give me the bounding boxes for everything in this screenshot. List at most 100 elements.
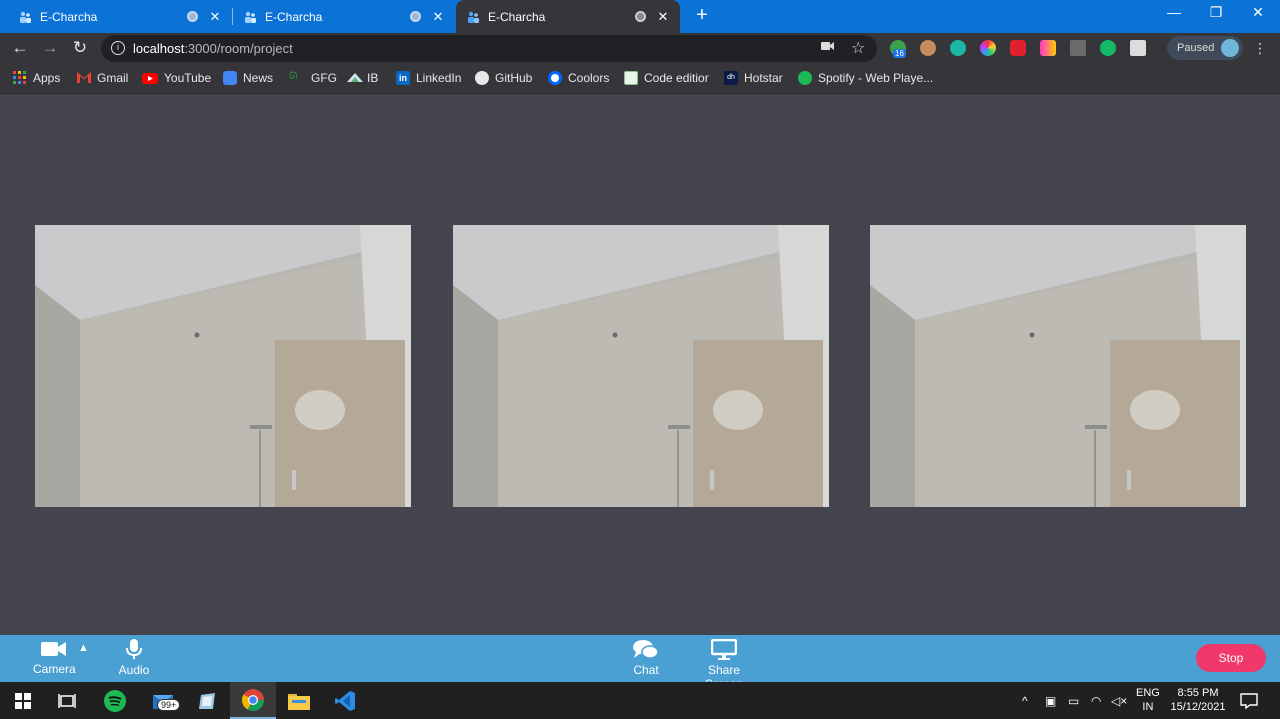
video-tile-1[interactable] <box>35 225 411 507</box>
url-host: localhost <box>133 41 185 56</box>
wifi-icon[interactable]: ◠ <box>1091 682 1101 719</box>
owl-extension-icon[interactable] <box>920 40 936 56</box>
system-clock[interactable]: 8:55 PM 15/12/2021 <box>1168 686 1228 714</box>
mail-taskbar-icon[interactable]: 99+ <box>142 682 188 719</box>
color-extension-icon[interactable] <box>980 40 996 56</box>
language-region: IN <box>1142 701 1154 713</box>
tab-title: E-Charcha <box>265 9 323 24</box>
apps-grid-icon <box>13 71 27 85</box>
m-extension-icon[interactable] <box>950 40 966 56</box>
minimize-icon[interactable]: — <box>1164 4 1184 20</box>
gfg-icon: ᘏ <box>289 71 298 82</box>
tab-title: E-Charcha <box>488 9 546 24</box>
bookmark-coolors[interactable]: Coolors <box>548 71 609 85</box>
language-code: ENG <box>1136 687 1160 699</box>
echarcha-favicon-icon <box>466 10 480 24</box>
bookmark-gfg[interactable]: ᘏ GFG <box>289 71 337 85</box>
stop-button[interactable]: Stop <box>1196 644 1266 672</box>
bookmark-ib[interactable]: IB <box>347 71 378 85</box>
meet-now-icon[interactable]: ▣ <box>1045 682 1056 719</box>
bookmark-linkedin[interactable]: in LinkedIn <box>396 71 461 85</box>
bookmark-star-icon[interactable]: ☆ <box>851 38 865 58</box>
bookmark-label: GFG <box>311 71 337 85</box>
audio-button[interactable]: Audio <box>117 639 151 677</box>
chrome-taskbar-icon[interactable] <box>230 682 276 719</box>
monitor-icon <box>711 639 737 660</box>
browser-menu-kebab-icon[interactable]: ⋮ <box>1253 40 1267 57</box>
tab-title: E-Charcha <box>40 9 98 24</box>
language-indicator[interactable]: ENG IN <box>1136 686 1160 714</box>
stats-extension-icon[interactable] <box>1070 40 1086 56</box>
linkedin-icon: in <box>396 71 410 85</box>
coolors-icon <box>548 71 562 85</box>
camera-button[interactable]: Camera <box>33 639 76 676</box>
new-tab-plus-icon[interactable]: + <box>692 4 712 27</box>
back-arrow-icon[interactable]: ← <box>9 37 31 59</box>
camera-feed-image <box>35 225 411 507</box>
window-close-icon[interactable]: ✕ <box>1248 4 1268 21</box>
bookmark-gmail[interactable]: Gmail <box>77 71 128 85</box>
bookmark-code-editor[interactable]: Code editior <box>624 71 709 85</box>
vscode-taskbar-icon[interactable] <box>322 682 368 719</box>
echarcha-favicon-icon <box>243 10 257 24</box>
volume-muted-icon[interactable]: ◁× <box>1111 682 1127 719</box>
browser-tab-2[interactable]: E-Charcha ✕ <box>233 0 455 33</box>
tab-close-icon[interactable]: ✕ <box>656 9 670 25</box>
bookmark-github[interactable]: GitHub <box>475 71 532 85</box>
site-info-icon[interactable]: i <box>111 41 125 55</box>
red-extension-icon[interactable] <box>1010 40 1026 56</box>
file-explorer-icon[interactable] <box>276 682 322 719</box>
bookmark-label: Gmail <box>97 71 129 85</box>
camera-feed-image <box>453 225 829 507</box>
chat-button[interactable]: Chat <box>630 639 662 677</box>
notifications-icon[interactable] <box>1240 682 1258 719</box>
tab-close-icon[interactable]: ✕ <box>431 9 445 25</box>
bookmark-label: News <box>243 71 274 85</box>
windows-taskbar: 99+ ^ ▣ ▭ ◠ ◁× ENG IN 8:55 PM 15/12/2021 <box>0 682 1280 719</box>
browser-tab-3-active[interactable]: E-Charcha ✕ <box>456 0 680 33</box>
news-icon <box>223 71 237 85</box>
camera-feed-image <box>870 225 1246 507</box>
recording-indicator-icon <box>187 11 198 22</box>
bookmark-news[interactable]: News <box>223 71 273 85</box>
ib-icon <box>347 71 363 85</box>
tray-chevron-up-icon[interactable]: ^ <box>1022 682 1028 719</box>
task-view-icon[interactable] <box>44 682 90 719</box>
browser-tab-1[interactable]: E-Charcha ✕ <box>0 0 232 33</box>
address-url[interactable]: localhost:3000/room/project <box>133 41 293 56</box>
bookmark-youtube[interactable]: YouTube <box>142 71 211 85</box>
forward-arrow-icon[interactable]: → <box>39 37 61 59</box>
restore-icon[interactable]: ❐ <box>1206 4 1226 21</box>
microphone-icon <box>126 639 142 659</box>
windows-start-icon[interactable] <box>0 682 46 719</box>
mail-badge: 99+ <box>157 699 181 711</box>
spotify-icon <box>798 71 812 85</box>
code-editor-icon <box>624 71 638 85</box>
bookmarks-bar: Apps Gmail YouTube News ᘏ GFG IB in Link… <box>0 64 1280 94</box>
bookmark-label: Coolors <box>568 71 610 85</box>
json-extension-icon[interactable] <box>1130 40 1146 56</box>
reload-icon[interactable]: ↻ <box>69 37 91 59</box>
w-extension-icon[interactable] <box>1040 40 1056 56</box>
fullscreen-icon[interactable] <box>799 238 817 256</box>
profile-status-label: Paused <box>1177 42 1215 54</box>
camera-options-chevron-up-icon[interactable]: ▲ <box>78 642 89 654</box>
bookmark-label: GitHub <box>495 71 533 85</box>
address-bar[interactable]: i localhost:3000/room/project ☆ <box>101 35 877 62</box>
video-tile-2[interactable] <box>453 225 829 507</box>
profile-paused-chip[interactable]: Paused <box>1167 36 1243 60</box>
video-tile-3[interactable] <box>870 225 1246 507</box>
clock-time: 8:55 PM <box>1177 687 1219 699</box>
browser-tab-strip: E-Charcha ✕ E-Charcha ✕ E-Charcha ✕ + — … <box>0 0 1280 33</box>
spotify-taskbar-icon[interactable] <box>92 682 138 719</box>
camera-label: Camera <box>33 662 76 676</box>
bookmark-spotify[interactable]: Spotify - Web Playe... <box>798 71 933 85</box>
app-taskbar-icon[interactable] <box>184 682 230 719</box>
camera-in-use-icon[interactable] <box>821 40 835 55</box>
bookmark-label: Spotify - Web Playe... <box>818 71 934 85</box>
tab-close-icon[interactable]: ✕ <box>208 9 222 25</box>
bookmark-hotstar[interactable]: dh Hotstar <box>724 71 783 85</box>
battery-icon[interactable]: ▭ <box>1068 682 1079 719</box>
grammarly-extension-icon[interactable] <box>1100 40 1116 56</box>
bookmark-apps[interactable]: Apps <box>13 71 60 85</box>
